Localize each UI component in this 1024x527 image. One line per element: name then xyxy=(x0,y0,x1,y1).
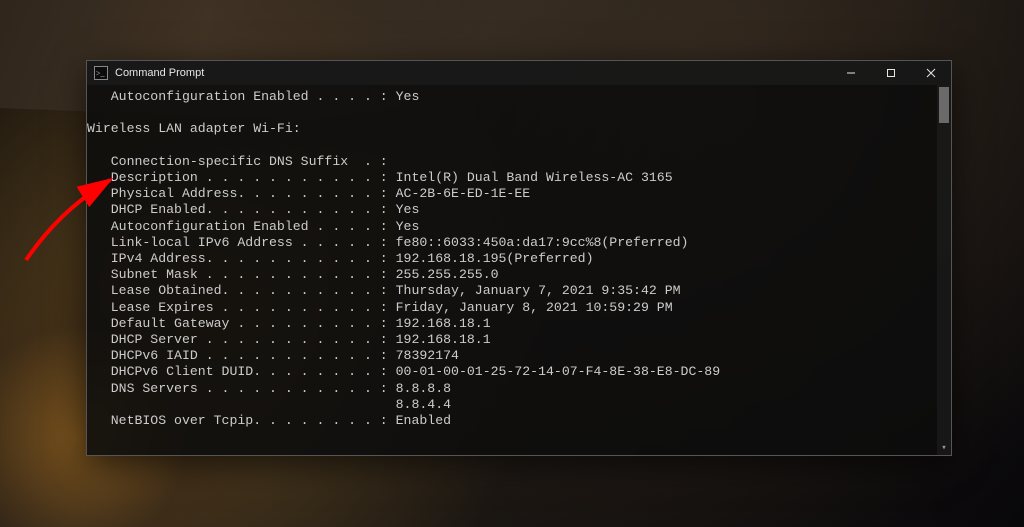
svg-text:>_: >_ xyxy=(96,69,106,78)
scrollbar-thumb[interactable] xyxy=(939,87,949,123)
command-prompt-window: >_ Command Prompt Autoconfiguration Enab… xyxy=(86,60,952,456)
terminal-text: Autoconfiguration Enabled . . . . : Yes … xyxy=(87,85,951,437)
titlebar[interactable]: >_ Command Prompt xyxy=(87,61,951,85)
scroll-down-arrow-icon[interactable]: ▾ xyxy=(937,441,951,455)
cmd-icon: >_ xyxy=(93,65,109,81)
vertical-scrollbar[interactable]: ▴ ▾ xyxy=(937,85,951,455)
window-title: Command Prompt xyxy=(115,67,204,79)
desktop-wallpaper: >_ Command Prompt Autoconfiguration Enab… xyxy=(0,0,1024,527)
minimize-button[interactable] xyxy=(831,61,871,85)
close-button[interactable] xyxy=(911,61,951,85)
terminal-output[interactable]: Autoconfiguration Enabled . . . . : Yes … xyxy=(87,85,951,455)
maximize-button[interactable] xyxy=(871,61,911,85)
